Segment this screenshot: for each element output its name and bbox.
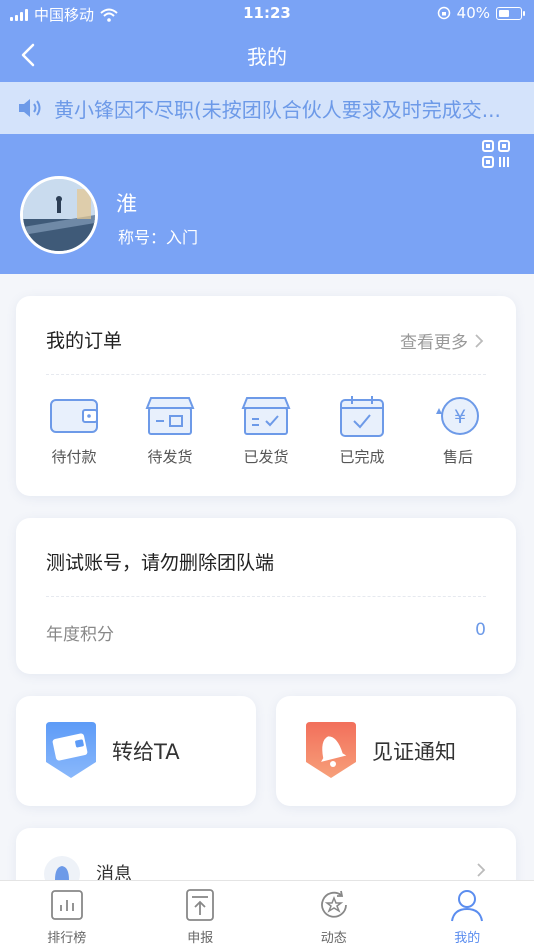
battery-percent: 40%: [456, 4, 490, 22]
person-icon: [451, 890, 484, 922]
transfer-label: 转给TA: [112, 740, 180, 764]
tab-label: 动态: [320, 931, 347, 946]
order-item-label: 待付款: [51, 448, 97, 466]
page-title: 我的: [247, 45, 287, 69]
notice-bar[interactable]: 黄小锋因不尽职(未按团队合伙人要求及时完成交...: [0, 82, 534, 134]
avatar[interactable]: [20, 176, 98, 254]
calendar-check-icon: [340, 396, 384, 437]
tab-label: 排行榜: [47, 931, 87, 946]
order-item-label: 待发货: [147, 448, 193, 466]
star-refresh-icon: [320, 890, 347, 918]
annual-points-label: 年度积分: [46, 625, 114, 645]
order-item-label: 已完成: [339, 448, 385, 466]
witness-notice-card[interactable]: 见证通知: [276, 696, 516, 806]
speaker-icon: [19, 99, 41, 117]
order-item-after-sales[interactable]: ¥ 售后: [412, 394, 504, 467]
tab-report[interactable]: 申报: [134, 881, 268, 950]
svg-text:¥: ¥: [454, 406, 466, 428]
battery-icon: [496, 6, 525, 20]
orders-title: 我的订单: [46, 330, 123, 352]
shipped-box-icon: [241, 397, 291, 435]
chevron-right-icon: [477, 863, 486, 877]
user-rank: 称号：入门: [118, 228, 199, 247]
divider: [46, 596, 486, 597]
witness-notice-label: 见证通知: [372, 740, 456, 764]
order-item-shipped[interactable]: 已发货: [220, 394, 312, 467]
order-item-completed[interactable]: 已完成: [316, 394, 408, 467]
orders-more-label: 查看更多: [400, 333, 468, 353]
profile-header: 淮 称号：入门: [0, 134, 534, 274]
annual-points-value: 0: [475, 620, 486, 640]
orders-more-link[interactable]: 查看更多: [400, 328, 484, 353]
divider: [46, 374, 486, 375]
yen-refund-icon: ¥: [436, 397, 479, 435]
order-item-label: 已发货: [243, 448, 289, 466]
account-title: 测试账号，请勿删除团队端: [46, 552, 275, 574]
tab-bar: 排行榜 申报 动态 我的: [0, 880, 534, 950]
transfer-card[interactable]: 转给TA: [16, 696, 256, 806]
upload-icon: [186, 889, 215, 921]
wallet-icon: [50, 399, 98, 433]
user-name: 淮: [116, 192, 137, 216]
chart-icon: [50, 890, 83, 920]
tab-label: 我的: [454, 931, 481, 946]
tab-activity[interactable]: 动态: [267, 881, 401, 950]
avatar-image: [23, 179, 95, 251]
nav-bar: 我的: [0, 28, 534, 82]
tab-label: 申报: [187, 931, 214, 946]
orders-card: 我的订单 查看更多 待付款 待发货 已发货 已完成 ¥ 售后: [16, 296, 516, 496]
order-item-pending-payment[interactable]: 待付款: [28, 394, 120, 467]
bell-icon: [306, 722, 356, 778]
chevron-right-icon: [475, 333, 484, 348]
notice-text: 黄小锋因不尽职(未按团队合伙人要求及时完成交...: [54, 97, 501, 122]
qr-code-icon[interactable]: [482, 140, 510, 168]
tab-mine[interactable]: 我的: [401, 881, 534, 950]
rotation-lock-icon: [437, 6, 450, 20]
order-item-to-ship[interactable]: 待发货: [124, 394, 216, 467]
tab-leaderboard[interactable]: 排行榜: [0, 881, 134, 950]
box-icon: [145, 397, 195, 435]
order-item-label: 售后: [442, 448, 473, 466]
order-status-list: 待付款 待发货 已发货 已完成 ¥ 售后: [28, 394, 504, 467]
status-bar: 中国移动 11:23 40%: [0, 0, 534, 28]
account-card: 测试账号，请勿删除团队端 年度积分 0: [16, 518, 516, 674]
wallet-transfer-icon: [46, 722, 96, 778]
